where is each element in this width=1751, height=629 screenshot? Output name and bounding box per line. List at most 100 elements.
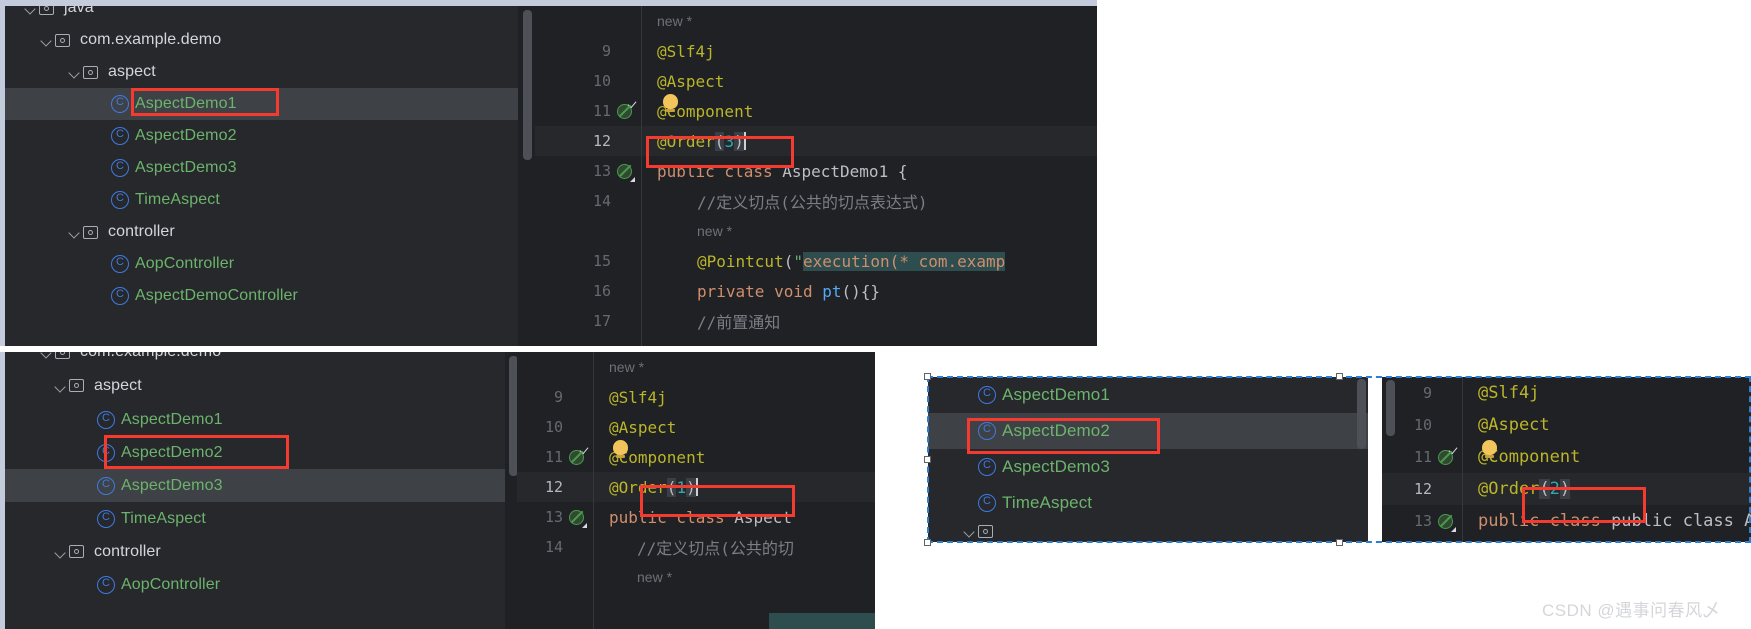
code-line-13[interactable]: 13 public class AspectDemo1 { <box>535 156 1097 186</box>
resize-handle-sw[interactable] <box>924 539 931 546</box>
tree-row-aspectdemo2[interactable]: AspectDemo2 <box>928 413 1368 449</box>
tree-row-label: com.example.demo <box>80 352 221 361</box>
gutter-separator <box>593 352 594 629</box>
tree-row-timeaspect[interactable]: TimeAspect <box>5 184 518 216</box>
code-line-11[interactable]: 11 @Component <box>535 94 1097 126</box>
tree-row-controller[interactable]: controller <box>5 535 505 568</box>
code-line-9[interactable]: 9 @Slf4j <box>1382 377 1751 409</box>
code-line-11[interactable]: 11 @Component <box>1382 440 1751 473</box>
folder-icon <box>39 6 57 16</box>
code-line-12[interactable]: 12 @Order(2) <box>1382 473 1751 505</box>
tree-row[interactable]: aspect <box>5 56 518 88</box>
chevron-placeholder-icon <box>81 478 97 494</box>
chevron-down-icon[interactable] <box>53 544 69 560</box>
run-gutter-icon[interactable] <box>568 444 588 465</box>
tree-row-label: AspectDemo1 <box>135 95 237 112</box>
folder-icon <box>69 544 87 559</box>
code-line-17[interactable]: 17 //前置通知 <box>535 306 1097 336</box>
tree-row-aspectdemo3[interactable]: AspectDemo3 <box>5 152 518 184</box>
tree-row-aspectdemo2[interactable]: AspectDemo2 <box>5 120 518 152</box>
tree-row-label: AspectDemo2 <box>135 127 237 144</box>
tree-row-aopcontroller[interactable]: AopController <box>5 248 518 280</box>
line-number: 13 <box>544 508 563 526</box>
code-line-11[interactable]: 11 @Component <box>517 440 875 472</box>
intention-bulb-icon[interactable] <box>613 440 628 458</box>
code-token: //定义切点(公共的切 <box>637 539 794 558</box>
tree-row-timeaspect[interactable]: TimeAspect <box>5 502 505 535</box>
chevron-placeholder-icon <box>81 511 97 527</box>
code-line-9[interactable]: 9 @Slf4j <box>517 382 875 412</box>
line-number: 12 <box>592 132 611 150</box>
intention-bulb-icon[interactable] <box>1482 440 1497 458</box>
code-line-9[interactable]: 9 @Slf4j <box>535 36 1097 66</box>
tree-row-aspectdemo2[interactable]: AspectDemo2 <box>5 436 505 469</box>
tree-row[interactable]: com.example.demo <box>5 24 518 56</box>
tree-row-aspectdemocontroller[interactable]: AspectDemoController <box>5 280 518 312</box>
intention-bulb-icon[interactable] <box>663 94 678 112</box>
tree-row-controller[interactable]: controller <box>5 216 518 248</box>
resize-handle-s[interactable] <box>1336 539 1343 546</box>
run-gutter-icon[interactable] <box>1437 444 1457 465</box>
chevron-down-icon[interactable] <box>67 224 83 240</box>
right-code-editor[interactable]: 9 @Slf4j 10 @Aspect 11 @Component 12 @Or… <box>1382 377 1751 542</box>
editor-scrollbar[interactable] <box>1386 380 1395 436</box>
chevron-down-icon[interactable] <box>39 32 55 48</box>
tree-row-timeaspect[interactable]: TimeAspect <box>928 485 1368 521</box>
tree-row[interactable]: aspect <box>5 368 505 403</box>
top-project-tree[interactable]: java com.example.demo aspect AspectDemo1… <box>5 6 518 346</box>
tree-row-aspectdemo1[interactable]: AspectDemo1 <box>5 88 518 120</box>
run-gutter-icon[interactable] <box>1437 514 1456 532</box>
right-project-tree[interactable]: AspectDemo1 AspectDemo2 AspectDemo3 Time… <box>928 377 1368 542</box>
code-line-14[interactable]: 14 //定义切点(公共的切 <box>517 532 875 562</box>
class-name-token: AspectDemo1 <box>782 161 889 181</box>
code-line-12[interactable]: 12 @Order(1) <box>517 472 875 502</box>
bottom-left-project-tree[interactable]: com.example.demo aspect AspectDemo1 Aspe… <box>5 352 505 629</box>
code-line-13[interactable]: 13 public class public class Asp <box>1382 505 1751 537</box>
resize-handle-n[interactable] <box>1336 373 1343 380</box>
class-icon <box>111 158 129 177</box>
tree-scrollbar[interactable] <box>1357 379 1366 449</box>
code-line-15[interactable]: 15 @Pointcut("execution(* com.examp <box>535 246 1097 276</box>
chevron-down-icon[interactable] <box>39 352 55 360</box>
tree-row-label: AopController <box>121 575 221 593</box>
tree-row[interactable]: com.example.demo <box>5 352 505 368</box>
code-line-12[interactable]: 12 @Order(3) <box>535 126 1097 156</box>
line-number: 17 <box>592 312 611 330</box>
line-number: 10 <box>1413 416 1432 434</box>
run-gutter-icon[interactable] <box>616 164 635 182</box>
chevron-down-icon[interactable] <box>23 6 39 16</box>
code-line-16[interactable]: 16 private void pt(){} <box>535 276 1097 306</box>
chevron-down-icon[interactable] <box>67 64 83 80</box>
line-number: 13 <box>1413 512 1432 530</box>
run-gutter-icon[interactable] <box>568 510 587 528</box>
folder-icon <box>69 378 87 393</box>
tree-row-aspectdemo3[interactable]: AspectDemo3 <box>928 449 1368 485</box>
folder-icon <box>55 352 73 360</box>
tree-row-aspectdemo3[interactable]: AspectDemo3 <box>5 469 505 502</box>
tree-row-controller[interactable] <box>928 521 1368 541</box>
code-line-13[interactable]: 13 public class Aspect <box>517 502 875 532</box>
tree-scrollbar[interactable] <box>523 10 532 160</box>
class-icon <box>111 254 129 273</box>
code-line-10[interactable]: 10 @Aspect <box>1382 409 1751 441</box>
top-code-editor[interactable]: new * 9 @Slf4j 10 @Aspect 11 @Component … <box>535 6 1097 346</box>
code-line-14[interactable]: 14 //定义切点(公共的切点表达式) <box>535 186 1097 216</box>
chevron-down-icon[interactable] <box>53 378 69 394</box>
tree-row-label: AspectDemo2 <box>121 443 223 461</box>
tree-row-aopcontroller[interactable]: AopController <box>5 568 505 601</box>
resize-handle-w[interactable] <box>924 456 931 463</box>
tree-row-aspectdemo1[interactable]: AspectDemo1 <box>928 377 1368 413</box>
bottom-left-code-editor[interactable]: new * 9 @Slf4j 10 @Aspect 11 @Component … <box>517 352 875 629</box>
top-screenshot-panel: java com.example.demo aspect AspectDemo1… <box>5 6 1097 346</box>
chevron-down-icon[interactable] <box>962 523 978 539</box>
resize-handle-nw[interactable] <box>924 373 931 380</box>
run-gutter-icon[interactable] <box>616 98 636 119</box>
tree-row[interactable]: java <box>5 6 518 24</box>
class-icon <box>97 476 115 495</box>
code-line-10[interactable]: 10 @Aspect <box>535 66 1097 96</box>
tree-row-aspectdemo1[interactable]: AspectDemo1 <box>5 403 505 436</box>
line-number: 10 <box>544 418 563 436</box>
code-line-10[interactable]: 10 @Aspect <box>517 412 875 442</box>
folder-icon <box>83 225 101 240</box>
class-icon <box>111 94 129 113</box>
